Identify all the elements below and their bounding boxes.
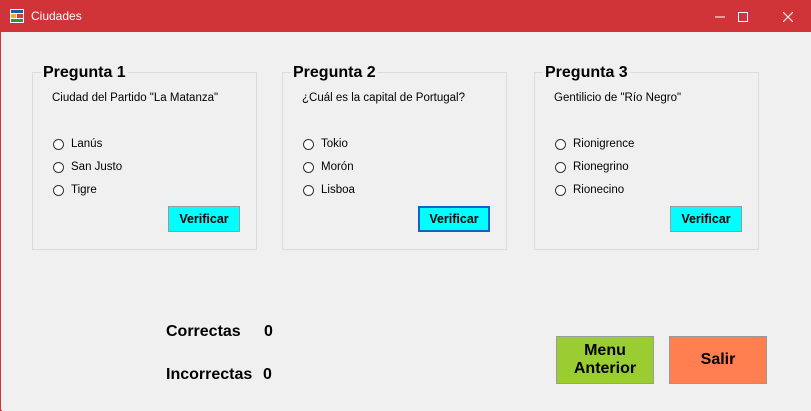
radio-option[interactable]: Rionecino [555,184,624,196]
group-pregunta-3: Pregunta 3 Gentilicio de "Río Negro" Rio… [534,63,759,250]
exit-button[interactable]: Salir [669,336,767,384]
app-window: Ciudades Pregunta 1 Ciudad del Partido "… [0,0,811,411]
radio-circle-icon[interactable] [53,184,64,196]
verify-button-3[interactable]: Verificar [670,206,742,232]
correct-count: 0 [264,323,273,340]
question-text: Ciudad del Partido "La Matanza" [52,92,219,104]
radio-circle-icon[interactable] [303,184,314,196]
radio-label: Lanús [71,138,103,150]
radio-label: San Justo [71,161,123,173]
radio-option[interactable]: Lisboa [303,184,355,196]
radio-option[interactable]: Tokio [303,138,348,150]
window-title: Ciudades [31,9,82,23]
radio-option[interactable]: Rionegrino [555,161,629,173]
radio-circle-icon[interactable] [555,138,566,150]
radio-option[interactable]: Rionigrence [555,138,634,150]
form-content: Pregunta 1 Ciudad del Partido "La Matanz… [2,32,811,411]
radio-option[interactable]: Tigre [53,184,97,196]
group-title: Pregunta 1 [41,63,128,83]
close-icon [783,11,793,22]
group-title: Pregunta 2 [291,63,378,83]
maximize-icon [738,11,748,22]
close-button[interactable] [765,1,811,32]
radio-circle-icon[interactable] [555,184,566,196]
radio-option[interactable]: Lanús [53,138,102,150]
radio-circle-icon[interactable] [555,161,566,173]
radio-label: Tokio [321,138,348,150]
radio-label: Rionegrino [573,161,629,173]
incorrect-count: 0 [263,366,272,383]
group-title: Pregunta 3 [543,63,630,83]
verify-button-2[interactable]: Verificar [418,206,490,232]
question-text: Gentilicio de "Río Negro" [554,92,682,104]
app-icon [10,9,24,23]
radio-label: Rionigrence [573,138,635,150]
menu-button-line1: Menu [584,342,626,359]
radio-label: Lisboa [321,184,355,196]
radio-option[interactable]: San Justo [53,161,122,173]
radio-label: Morón [321,161,354,173]
radio-circle-icon[interactable] [53,138,64,150]
radio-label: Rionecino [573,184,625,196]
question-text: ¿Cuál es la capital de Portugal? [302,92,466,104]
menu-button-line2: Anterior [573,360,637,377]
verify-button-1[interactable]: Verificar [168,206,240,232]
radio-circle-icon[interactable] [303,138,314,150]
radio-circle-icon[interactable] [53,161,64,173]
menu-anterior-button[interactable]: Menu Anterior [556,336,654,384]
group-pregunta-1: Pregunta 1 Ciudad del Partido "La Matanz… [32,63,257,250]
radio-label: Tigre [71,184,97,196]
group-pregunta-2: Pregunta 2 ¿Cuál es la capital de Portug… [282,63,507,250]
radio-option[interactable]: Morón [303,161,354,173]
radio-circle-icon[interactable] [303,161,314,173]
incorrect-label: Incorrectas [166,366,253,383]
title-bar[interactable]: Ciudades [1,1,811,32]
correct-label: Correctas [166,323,241,340]
maximize-button[interactable] [720,1,766,32]
